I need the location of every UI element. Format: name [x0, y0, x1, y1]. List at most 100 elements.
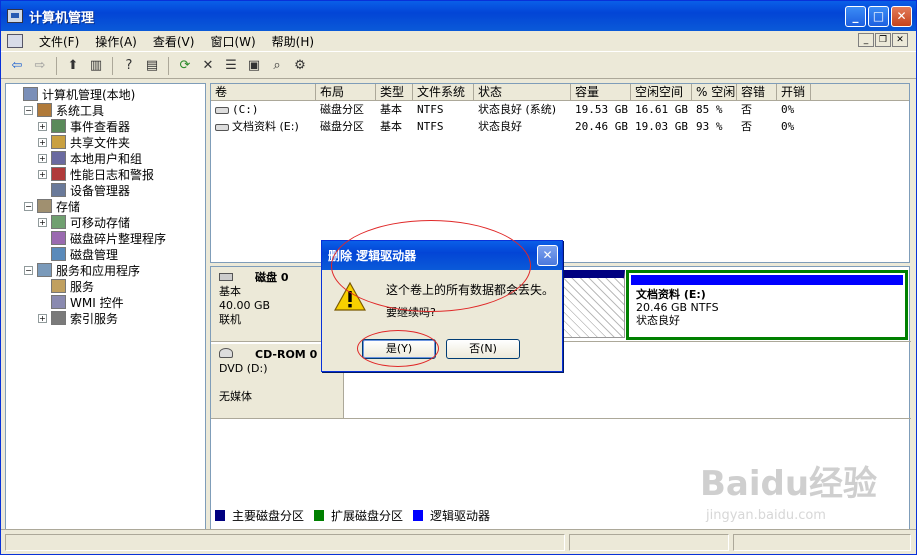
volume-cell: 否	[741, 103, 752, 116]
volume-row[interactable]: 文档资料 (E:) 磁盘分区 基本 NTFS 状态良好 20.46 GB 19.03 GB 9…	[211, 118, 909, 135]
child-restore-button[interactable]: ❐	[875, 33, 891, 47]
volume-cell: 16.61 GB	[635, 103, 688, 116]
settings-icon[interactable]: ⚙	[290, 56, 310, 76]
computer-management-icon	[23, 87, 38, 101]
forward-arrow-icon[interactable]: ⇨	[30, 56, 50, 76]
tree-item[interactable]: + 索引服务	[10, 310, 205, 326]
column-header[interactable]: 空闲空间	[631, 84, 692, 100]
show-tree-icon[interactable]: ▥	[86, 56, 106, 76]
volume-list: 卷布局 类型 文件系统 状态 容量 空闲空间% 空闲 容错 开销 (C:) 磁盘分区 基本 NTFS…	[210, 83, 910, 263]
expand-toggle[interactable]: +	[38, 121, 47, 131]
help-icon[interactable]: ?	[119, 56, 139, 76]
column-header[interactable]: 开销	[777, 84, 811, 100]
search-icon[interactable]: ⌕	[267, 56, 287, 76]
toolbar-separator	[56, 56, 57, 75]
column-header[interactable]: 容量	[571, 84, 631, 100]
volume-cell: 磁盘分区	[320, 120, 364, 133]
tree-item[interactable]: 计算机管理(本地)	[10, 86, 205, 102]
dialog-message: 这个卷上的所有数据都会丢失。	[386, 283, 555, 297]
volume-name-cell: 文档资料 (E:)	[211, 118, 316, 135]
collapse-toggle[interactable]: −	[24, 105, 33, 115]
column-header[interactable]: 状态	[474, 84, 571, 100]
performance-logs-icon	[51, 167, 66, 181]
tree-item[interactable]: + 事件查看器	[10, 118, 205, 134]
minimize-button[interactable]: _	[845, 6, 866, 27]
open-icon[interactable]: ▣	[244, 56, 264, 76]
child-close-button[interactable]: ✕	[892, 33, 908, 47]
delete-logical-drive-dialog: 删除 逻辑驱动器 ✕ 这个卷上的所有数据都会丢失。 要继续吗? 是(Y) 否(N…	[321, 240, 563, 372]
tree-item-label: 磁盘管理	[70, 247, 119, 262]
tree-item[interactable]: + 可移动存储	[10, 214, 205, 230]
menu-file[interactable]: 文件(F)	[31, 33, 87, 50]
dialog-close-button[interactable]: ✕	[537, 245, 558, 266]
menu-view[interactable]: 查看(V)	[145, 33, 203, 50]
properties-icon[interactable]: ☰	[221, 56, 241, 76]
window-title: 计算机管理	[29, 10, 95, 26]
menu-window[interactable]: 窗口(W)	[202, 33, 263, 50]
local-users-icon	[51, 151, 66, 165]
disk-management-icon	[51, 247, 66, 261]
tree-item-label: 存储	[56, 199, 81, 214]
volume-cell: NTFS	[417, 120, 444, 133]
partition-e[interactable]: 文档资料 (E:) 20.46 GB NTFS 状态良好	[626, 270, 908, 340]
tree-item-label: 设备管理器	[70, 183, 131, 198]
tree-item[interactable]: + 性能日志和警报	[10, 166, 205, 182]
child-minimize-button[interactable]: _	[858, 33, 874, 47]
tree-item-label: 计算机管理(本地)	[42, 87, 136, 102]
column-header[interactable]: 容错	[737, 84, 777, 100]
column-header[interactable]: 类型	[376, 84, 413, 100]
menu-help[interactable]: 帮助(H)	[264, 33, 322, 50]
tree-item[interactable]: + 本地用户和组	[10, 150, 205, 166]
column-header[interactable]: 文件系统	[413, 84, 474, 100]
collapse-toggle[interactable]: −	[24, 201, 33, 211]
title-bar[interactable]: 计算机管理 _ □ ✕	[1, 1, 916, 31]
column-header[interactable]: 卷	[211, 84, 316, 100]
expand-toggle[interactable]: +	[38, 169, 47, 179]
tree-item[interactable]: + 共享文件夹	[10, 134, 205, 150]
refresh-icon[interactable]: ⟳	[175, 56, 195, 76]
menu-action[interactable]: 操作(A)	[87, 33, 145, 50]
collapse-toggle[interactable]: −	[24, 265, 33, 275]
volume-cell: 基本	[380, 103, 402, 116]
status-cell	[569, 534, 729, 551]
volume-name-cell: (C:)	[211, 101, 316, 118]
tree-item[interactable]: WMI 控件	[10, 294, 205, 310]
column-header[interactable]: % 空闲	[692, 84, 737, 100]
back-arrow-icon[interactable]: ⇦	[7, 56, 27, 76]
system-tools-icon	[37, 103, 52, 117]
expand-toggle[interactable]: +	[38, 217, 47, 227]
console-tree: 计算机管理(本地) − 系统工具 + 事件查看器 + 共享文件夹 + 本地用户和组 + 性能日志和警…	[5, 83, 206, 545]
volume-cell: 85 %	[696, 103, 723, 116]
no-button[interactable]: 否(N)	[446, 339, 520, 359]
column-header[interactable]: 布局	[316, 84, 376, 100]
tree-item[interactable]: 服务	[10, 278, 205, 294]
tree-item-label: 事件查看器	[70, 119, 131, 134]
expand-toggle[interactable]: +	[38, 137, 47, 147]
tree-item[interactable]: − 存储	[10, 198, 205, 214]
close-button[interactable]: ✕	[891, 6, 912, 27]
tree-item[interactable]: − 系统工具	[10, 102, 205, 118]
maximize-button[interactable]: □	[868, 6, 889, 27]
tree-item[interactable]: 磁盘管理	[10, 246, 205, 262]
delete-icon[interactable]: ✕	[198, 56, 218, 76]
volume-row[interactable]: (C:) 磁盘分区 基本 NTFS 状态良好 (系统) 19.53 GB 16.61 GB 8…	[211, 101, 909, 118]
legend-swatch-primary	[215, 510, 225, 521]
up-folder-icon[interactable]: ⬆	[63, 56, 83, 76]
tree-item-label: 可移动存储	[70, 215, 131, 230]
dialog-title[interactable]: 删除 逻辑驱动器	[322, 241, 562, 270]
tree-item[interactable]: 磁盘碎片整理程序	[10, 230, 205, 246]
logical-drive-bar	[631, 275, 903, 285]
expand-toggle[interactable]: +	[38, 153, 47, 163]
tree-item[interactable]: − 服务和应用程序	[10, 262, 205, 278]
properties-pane-icon[interactable]: ▤	[142, 56, 162, 76]
cdrom-0-status: 无媒体	[219, 390, 252, 403]
yes-button[interactable]: 是(Y)	[362, 339, 436, 359]
services-icon	[51, 279, 66, 293]
console-icon[interactable]	[7, 34, 23, 48]
defrag-icon	[51, 231, 66, 245]
volume-cell: 0%	[781, 120, 795, 133]
tree-item[interactable]: 设备管理器	[10, 182, 205, 198]
volume-cell: 状态良好	[478, 120, 522, 133]
expand-toggle[interactable]: +	[38, 313, 47, 323]
partition-extended[interactable]	[563, 270, 625, 338]
